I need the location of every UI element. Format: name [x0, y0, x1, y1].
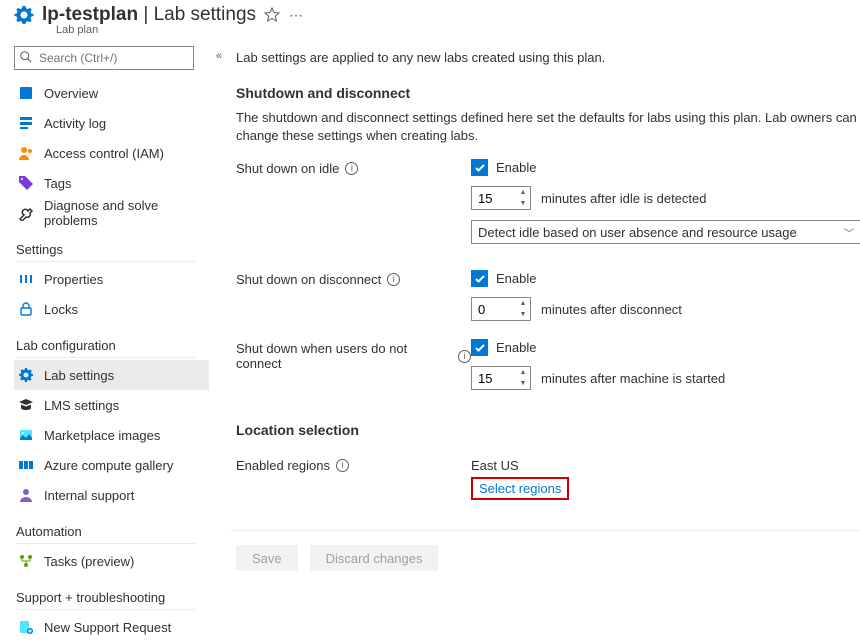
wrench-icon [18, 205, 34, 221]
intro-text: Lab settings are applied to any new labs… [236, 50, 860, 65]
search-icon [19, 50, 33, 64]
sidebar-section-title: Settings [16, 242, 196, 262]
sidebar-item-label: Lab settings [44, 368, 114, 383]
label-regions: Enabled regions i [236, 456, 471, 473]
sidebar-item[interactable]: LMS settings [14, 390, 209, 420]
sidebar-item[interactable]: Overview [14, 78, 209, 108]
info-icon[interactable]: i [387, 273, 400, 286]
gear-icon [14, 5, 34, 25]
sidebar-item[interactable]: Internal support [14, 480, 209, 510]
info-icon[interactable]: i [458, 350, 471, 363]
sidebar-item-label: Diagnose and solve problems [44, 198, 209, 228]
activity-log-icon [18, 115, 34, 131]
label-idle: Shut down on idle i [236, 159, 471, 176]
favorite-star-icon[interactable] [264, 7, 280, 23]
checkbox-label: Enable [496, 340, 536, 355]
sidebar-item[interactable]: Locks [14, 294, 209, 324]
sidebar-item-label: Locks [44, 302, 78, 317]
discard-button[interactable]: Discard changes [310, 545, 439, 571]
info-icon[interactable]: i [336, 459, 349, 472]
sidebar-item-label: Marketplace images [44, 428, 160, 443]
sidebar-section-title: Lab configuration [16, 338, 196, 358]
sidebar-item-label: Tags [44, 176, 71, 191]
suffix-noconnect: minutes after machine is started [541, 371, 725, 386]
main-content: Lab settings are applied to any new labs… [210, 36, 860, 642]
more-icon[interactable]: ⋯ [288, 7, 304, 23]
blade-header: lp-testplan | Lab settings ⋯ Lab plan [0, 0, 860, 36]
sidebar-item-label: Activity log [44, 116, 106, 131]
checkbox-noconnect-enable[interactable] [471, 339, 488, 356]
sidebar-item[interactable]: Properties [14, 264, 209, 294]
checkbox-idle-enable[interactable] [471, 159, 488, 176]
sidebar-item-label: Tasks (preview) [44, 554, 134, 569]
sidebar-item[interactable]: New Support Request [14, 612, 209, 642]
new-support-icon [18, 619, 34, 635]
select-regions-link[interactable]: Select regions [471, 477, 569, 500]
spinner-up-icon[interactable]: ▲ [516, 187, 530, 198]
spinner-down-icon[interactable]: ▼ [516, 198, 530, 209]
save-button[interactable]: Save [236, 545, 298, 571]
gear-icon [18, 367, 34, 383]
checkbox-label: Enable [496, 160, 536, 175]
page-title: lp-testplan | Lab settings [42, 4, 256, 26]
checkbox-disconnect-enable[interactable] [471, 270, 488, 287]
info-icon[interactable]: i [345, 162, 358, 175]
enabled-regions-value: East US [471, 456, 860, 473]
sidebar-item[interactable]: Azure compute gallery [14, 450, 209, 480]
section-shutdown-title: Shutdown and disconnect [236, 85, 860, 101]
gallery-icon [18, 457, 34, 473]
sidebar: « OverviewActivity logAccess control (IA… [0, 36, 210, 642]
spinner-up-icon[interactable]: ▲ [516, 298, 530, 309]
chevron-down-icon: ﹀ [844, 225, 854, 240]
suffix-disconnect: minutes after disconnect [541, 302, 682, 317]
search-input[interactable] [14, 46, 194, 70]
sidebar-section-title: Support + troubleshooting [16, 590, 196, 610]
tag-icon [18, 175, 34, 191]
iam-icon [18, 145, 34, 161]
sidebar-item-label: Overview [44, 86, 98, 101]
suffix-idle: minutes after idle is detected [541, 191, 706, 206]
lms-icon [18, 397, 34, 413]
sidebar-item-label: Properties [44, 272, 103, 287]
checkbox-label: Enable [496, 271, 536, 286]
spinner-down-icon[interactable]: ▼ [516, 309, 530, 320]
tasks-icon [18, 553, 34, 569]
section-location-title: Location selection [236, 422, 860, 438]
sidebar-item-label: Access control (IAM) [44, 146, 164, 161]
sidebar-item[interactable]: Activity log [14, 108, 209, 138]
sidebar-item[interactable]: Tags [14, 168, 209, 198]
sidebar-section-title: Automation [16, 524, 196, 544]
overview-icon [18, 85, 34, 101]
sidebar-item[interactable]: Diagnose and solve problems [14, 198, 209, 228]
sidebar-item-label: Azure compute gallery [44, 458, 173, 473]
label-noconnect: Shut down when users do not connect i [236, 339, 471, 371]
sidebar-item-label: Internal support [44, 488, 134, 503]
section-shutdown-desc: The shutdown and disconnect settings def… [236, 109, 860, 145]
spinner-up-icon[interactable]: ▲ [516, 367, 530, 378]
sidebar-item[interactable]: Tasks (preview) [14, 546, 209, 576]
label-disconnect: Shut down on disconnect i [236, 270, 471, 287]
sidebar-item-label: New Support Request [44, 620, 171, 635]
lock-icon [18, 301, 34, 317]
divider [230, 530, 860, 531]
sidebar-item-label: LMS settings [44, 398, 119, 413]
sidebar-item[interactable]: Lab settings [14, 360, 209, 390]
spinner-down-icon[interactable]: ▼ [516, 378, 530, 389]
sidebar-item[interactable]: Marketplace images [14, 420, 209, 450]
properties-icon [18, 271, 34, 287]
support-icon [18, 487, 34, 503]
sidebar-item[interactable]: Access control (IAM) [14, 138, 209, 168]
dropdown-idle-detection[interactable]: Detect idle based on user absence and re… [471, 220, 860, 244]
images-icon [18, 427, 34, 443]
